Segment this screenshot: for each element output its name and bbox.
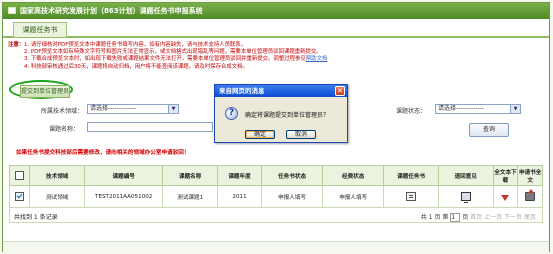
dialog-title: 来自网页的消息 — [219, 87, 265, 95]
page-suffix: 页 — [462, 214, 469, 221]
task-table: 技术领域 课题编号 课题名称 课题年度 任务书状态 经费状态 课题任务书 退回意… — [8, 165, 543, 208]
notes-list: 1. 请仔细核对PDF预览文本中课题任务书填写内容，如有内容缺失，请与技术支持人… — [24, 42, 524, 71]
note-item: 3. 下载合成预览文本时，如出现下载失败或课题结果文件无法打开，需要本单位管理员… — [24, 56, 524, 63]
help-doc-link[interactable]: 帮助文档 — [306, 56, 328, 62]
tech-field-value: 请选择------------- — [90, 105, 137, 112]
status-value: 请选择------------- — [438, 105, 485, 112]
table-header-row: 技术领域 课题编号 课题名称 课题年度 任务书状态 经费状态 课题任务书 退回意… — [8, 165, 543, 186]
cell-funding: 申报人填写 — [322, 185, 385, 208]
page-current: 1 — [451, 214, 456, 221]
dialog-title-bar: 来自网页的消息 ✕ — [215, 85, 347, 97]
cell-code: TEST2011AA051002 — [84, 185, 164, 208]
document-icon[interactable] — [406, 192, 417, 201]
warning-text: 如果任务书提交科技部后需要修改，请向相关的领域办公室申请驳回！ — [16, 150, 190, 156]
submit-to-admin-button[interactable]: 提交到单位管理员 — [20, 85, 70, 98]
cell-status: 申报人填写 — [260, 185, 324, 208]
application-cell — [517, 185, 543, 208]
col-header: 课题名称 — [162, 165, 219, 186]
confirm-dialog: 来自网页的消息 ✕ ? 确定将课题提交到单位管理员？ 确定 取消 — [214, 84, 348, 143]
select-all-checkbox[interactable] — [15, 171, 25, 180]
close-icon[interactable]: ✕ — [335, 86, 345, 96]
upload-icon[interactable] — [525, 189, 536, 201]
pagination: 共 1 页 第 1 页 首页 上一页 下一页 尾页 — [421, 212, 536, 222]
row-checkbox[interactable] — [15, 192, 25, 201]
page-total: 1 — [428, 214, 433, 221]
col-header: 申请书全文 — [517, 165, 543, 186]
name-label: 课题名称： — [49, 126, 80, 133]
row-checkbox-cell — [8, 185, 31, 208]
ok-button[interactable]: 确定 — [245, 130, 275, 139]
dialog-message: 确定将课题提交到单位管理员？ — [245, 112, 330, 119]
download-icon[interactable] — [501, 194, 510, 201]
note-item: 4. 科技部审核通过后30天，课题将自动归档，用户将不能查阅该课题，请及时保存合… — [24, 63, 248, 70]
cell-field: 测试领域 — [29, 185, 86, 208]
last-page-link[interactable]: 尾页 — [524, 214, 536, 221]
col-header: 技术领域 — [29, 165, 86, 186]
col-header: 课题编号 — [84, 165, 164, 186]
chevron-down-icon: ▼ — [168, 105, 178, 113]
status-label: 课题状态： — [396, 108, 427, 115]
col-header: 任务书状态 — [260, 165, 324, 186]
col-header: 课题任务书 — [383, 165, 439, 186]
window-icon — [8, 7, 16, 14]
first-page-link[interactable]: 首页 — [470, 214, 482, 221]
notes-label: 注意： — [8, 42, 25, 48]
cancel-button[interactable]: 取消 — [286, 130, 316, 139]
page-number-input[interactable]: 1 — [450, 213, 461, 222]
select-all-cell — [8, 165, 31, 186]
prev-page-link[interactable]: 上一页 — [484, 214, 502, 221]
col-header: 经费状态 — [322, 165, 385, 186]
tech-field-label: 所属技术领域： — [41, 108, 84, 115]
query-button[interactable]: 查询 — [469, 123, 509, 137]
page-mid: 页 第 — [434, 214, 449, 221]
tab-bar: 课题任务书 — [3, 19, 549, 38]
tab-task-book[interactable]: 课题任务书 — [13, 22, 67, 37]
col-header: 退回意见 — [437, 165, 494, 186]
table-row[interactable]: 测试领域 TEST2011AA051002 测试课题1 2011 申报人填写 申… — [8, 185, 543, 208]
next-page-link[interactable]: 下一页 — [504, 214, 522, 221]
task-book-cell — [383, 185, 439, 208]
cell-year: 2011 — [217, 185, 262, 208]
name-input[interactable] — [87, 122, 213, 132]
return-opinion-cell — [437, 185, 494, 208]
col-header: 全文本下载 — [492, 165, 519, 186]
page-total-prefix: 共 — [420, 214, 427, 221]
status-select[interactable]: 请选择------------- ▼ — [435, 104, 521, 114]
title-bar: 国家高技术研究发展计划（863计划）课题任务书申报系统 — [3, 3, 549, 19]
app-title: 国家高技术研究发展计划（863计划）课题任务书申报系统 — [20, 7, 203, 15]
pagination-bar: 共找到 1 条记录 共 1 页 第 1 页 首页 上一页 下一页 尾页 — [9, 209, 543, 223]
chevron-down-icon: ▼ — [510, 105, 520, 113]
cell-name: 测试课题1 — [162, 185, 219, 208]
full-download-cell — [492, 185, 519, 208]
monitor-icon[interactable] — [460, 192, 471, 203]
tech-field-select[interactable]: 请选择------------- ▼ — [87, 104, 179, 114]
note-text: 3. 下载合成预览文本时，如出现下载失败或课题结果文件无法打开，需要本单位管理员… — [24, 56, 306, 63]
col-header: 课题年度 — [217, 165, 262, 186]
record-count: 共找到 1 条记录 — [14, 214, 58, 221]
question-icon: ? — [225, 107, 238, 120]
bottom-bar — [3, 241, 549, 252]
